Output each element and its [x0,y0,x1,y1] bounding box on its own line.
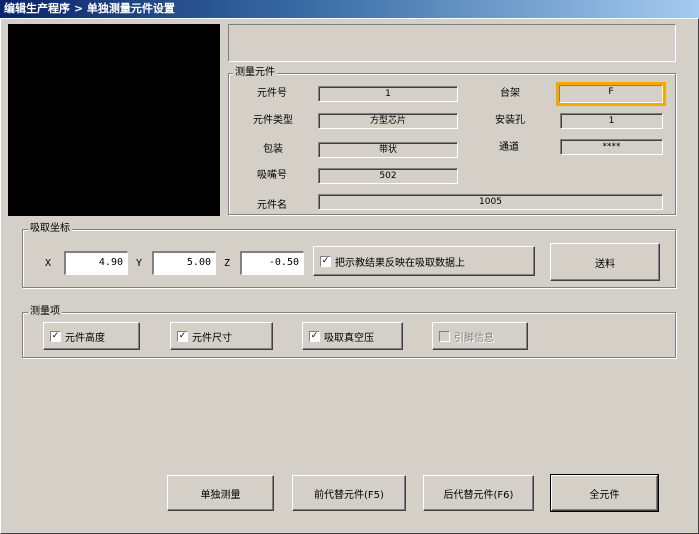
window-title: 编辑生产程序 > 单独测量元件设置 [0,0,699,18]
rack-field: F [556,82,666,106]
part-no-label: 元件号 [257,88,287,99]
mount-hole-field: 1 [560,113,663,129]
part-type-field: 方型芯片 [318,113,458,129]
pickup-coords-legend: 吸取坐标 [28,223,72,235]
info-panel [228,24,676,62]
x-input[interactable]: 4.90 [64,251,128,275]
item-part-height-label: 元件高度 [65,332,105,344]
feed-button[interactable]: 送料 [550,243,660,281]
package-label: 包装 [263,144,283,155]
y-label: Y [136,258,143,269]
item-vacuum-checkbox[interactable]: ✓ 吸取真空压 [302,322,403,350]
item-part-height-checkbox[interactable]: ✓ 元件高度 [43,322,140,350]
z-input[interactable]: -0.50 [240,251,304,275]
part-name-label: 元件名 [257,200,287,211]
prev-part-button[interactable]: 前代替元件(F5) [292,475,406,511]
reflect-teach-checkbox[interactable]: ✓ 把示教结果反映在吸取数据上 [313,246,535,276]
measure-items-legend: 测量项 [28,306,62,318]
nozzle-no-field: 502 [318,168,458,184]
rack-label: 台架 [500,88,520,99]
reflect-teach-label: 把示教结果反映在吸取数据上 [335,257,465,269]
checkbox-unchecked-icon [439,330,450,342]
item-part-size-label: 元件尺寸 [192,332,232,344]
channel-field: **** [560,139,663,155]
item-part-size-checkbox[interactable]: ✓ 元件尺寸 [170,322,273,350]
y-input[interactable]: 5.00 [152,251,216,275]
x-label: X [45,258,52,269]
checkbox-checked-icon: ✓ [320,255,331,267]
part-type-label: 元件类型 [253,115,293,126]
z-label: Z [224,258,231,269]
measure-part-legend: 测量元件 [233,67,277,79]
single-measure-button[interactable]: 单独测量 [167,475,274,511]
camera-preview [8,24,220,216]
item-vacuum-label: 吸取真空压 [324,332,374,344]
checkbox-checked-icon: ✓ [50,330,61,342]
item-lead-info-label: 引脚信息 [454,332,494,344]
mount-hole-label: 安装孔 [495,115,525,126]
part-no-field: 1 [318,86,458,102]
item-lead-info-checkbox: 引脚信息 [432,322,528,350]
part-name-field: 1005 [318,194,663,210]
nozzle-no-label: 吸嘴号 [257,170,287,181]
all-parts-button[interactable]: 全元件 [550,474,659,512]
rack-field-value: F [559,85,663,103]
checkbox-checked-icon: ✓ [177,330,188,342]
next-part-button[interactable]: 后代替元件(F6) [423,475,534,511]
checkbox-checked-icon: ✓ [309,330,320,342]
package-field: 带状 [318,142,458,158]
channel-label: 通道 [499,142,519,153]
